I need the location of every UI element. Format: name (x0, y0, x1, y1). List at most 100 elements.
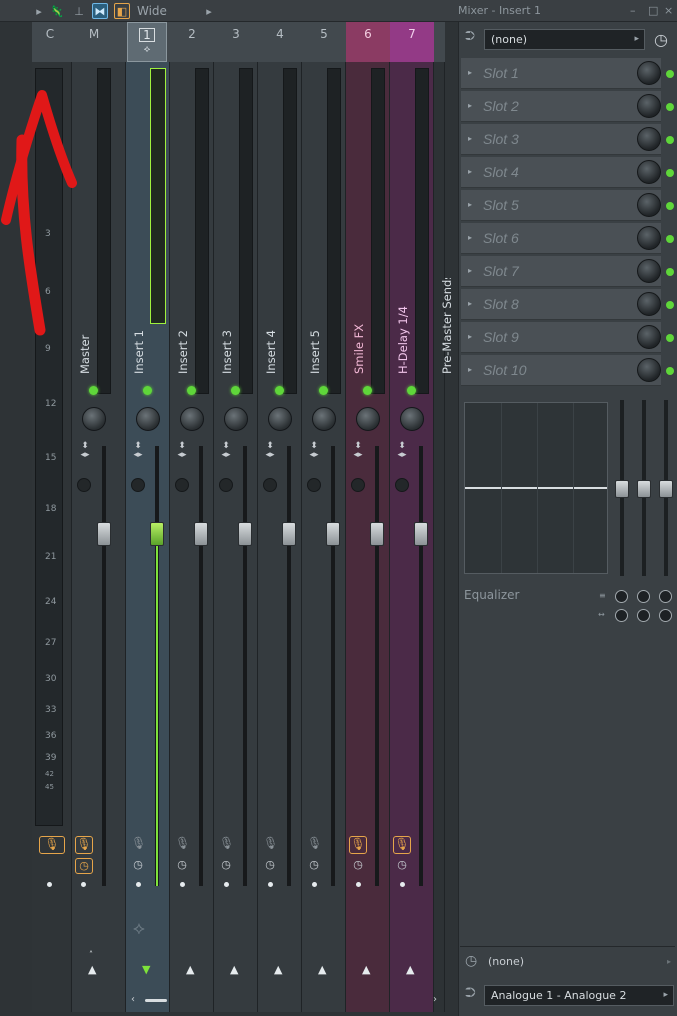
route-arrow-icon[interactable]: ▼ (142, 963, 150, 976)
animal-icon[interactable]: 🦎 (48, 3, 66, 19)
microphone-icon[interactable]: 🎙 (263, 836, 278, 854)
stereo-knob-insert-2[interactable] (175, 478, 189, 492)
effect-slot-10[interactable]: ▸ Slot 10 (461, 355, 661, 386)
route-arrow-icon[interactable]: ▲ (362, 963, 370, 976)
header-current[interactable]: C (38, 22, 62, 62)
slot-mix-knob[interactable] (637, 226, 661, 250)
swap-arrows-icon[interactable]: ⬍ ◂▸ (396, 442, 408, 460)
slot-enable-led[interactable] (666, 103, 674, 111)
volume-fader-insert-3[interactable] (238, 522, 252, 546)
clock-icon[interactable]: ◷ (219, 858, 233, 872)
effect-slot-4[interactable]: ▸ Slot 4 (461, 157, 661, 188)
route-dot[interactable] (224, 882, 229, 887)
slot-mix-knob[interactable] (637, 160, 661, 184)
volume-fader-insert-4[interactable] (282, 522, 296, 546)
header-insert-6[interactable]: 6 (346, 22, 390, 62)
volume-fader-insert-7[interactable] (414, 522, 428, 546)
stereo-knob-insert-6[interactable] (351, 478, 365, 492)
slot-mix-knob[interactable] (637, 61, 661, 85)
clock-icon[interactable]: ◷ (307, 858, 321, 872)
volume-fader-insert-5[interactable] (326, 522, 340, 546)
eq-bw-knob-low[interactable] (615, 609, 628, 622)
route-dot[interactable] (400, 882, 405, 887)
swap-arrows-icon[interactable]: ⬍ ◂▸ (264, 442, 276, 460)
route-arrow-icon[interactable]: ▲ (274, 963, 282, 976)
eq-high-fader[interactable] (659, 480, 673, 498)
microphone-icon[interactable]: 🎙 (131, 836, 146, 854)
stereo-knob-insert-3[interactable] (219, 478, 233, 492)
pan-knob-insert-5[interactable] (312, 407, 336, 431)
bottom-preset[interactable]: (none) (488, 955, 524, 968)
clock-icon[interactable]: ◷ (75, 858, 93, 874)
pin-icon[interactable]: ⊥ (72, 3, 86, 19)
slot-enable-led[interactable] (666, 334, 674, 342)
slot-enable-led[interactable] (666, 202, 674, 210)
eq-freq-knob-low[interactable] (615, 590, 628, 603)
enable-led-insert-4[interactable] (275, 386, 284, 395)
enable-led-insert-5[interactable] (319, 386, 328, 395)
microphone-icon[interactable]: 🎙 (175, 836, 190, 854)
effect-slot-5[interactable]: ▸ Slot 5 (461, 190, 661, 221)
eq-graph[interactable] (464, 402, 608, 574)
clock-icon[interactable]: ◷ (395, 858, 409, 872)
pan-knob-master[interactable] (82, 407, 106, 431)
enable-led-insert-7[interactable] (407, 386, 416, 395)
header-insert-5[interactable]: 5 (312, 22, 336, 62)
eq-mid-fader[interactable] (637, 480, 651, 498)
play-arrow-icon[interactable]: ▸ (34, 3, 44, 19)
enable-led-insert-2[interactable] (187, 386, 196, 395)
enable-led-insert-6[interactable] (363, 386, 372, 395)
effect-slot-2[interactable]: ▸ Slot 2 (461, 91, 661, 122)
chevron-right-icon[interactable]: ▸ (667, 957, 671, 966)
close-button[interactable]: × (664, 4, 673, 17)
route-dot[interactable] (180, 882, 185, 887)
clock-icon[interactable]: ◷ (263, 858, 277, 872)
stereo-knob-insert-7[interactable] (395, 478, 409, 492)
pan-knob-insert-7[interactable] (400, 407, 424, 431)
slot-mix-knob[interactable] (637, 94, 661, 118)
panel-toggle-icon[interactable]: ◧ (114, 3, 130, 19)
route-arrow-icon[interactable]: ▲ (406, 963, 414, 976)
slot-mix-knob[interactable] (637, 193, 661, 217)
stereo-knob-insert-1[interactable] (131, 478, 145, 492)
route-dot[interactable] (47, 882, 52, 887)
eq-bw-knob-mid[interactable] (637, 609, 650, 622)
route-dot[interactable] (312, 882, 317, 887)
header-master[interactable]: M (82, 22, 106, 62)
pan-knob-insert-3[interactable] (224, 407, 248, 431)
clock-icon[interactable]: ◷ (131, 858, 145, 872)
scroll-right-icon[interactable]: › (433, 994, 437, 1005)
effect-slot-3[interactable]: ▸ Slot 3 (461, 124, 661, 155)
effect-slot-1[interactable]: ▸ Slot 1 (461, 58, 661, 89)
pan-knob-insert-6[interactable] (356, 407, 380, 431)
minimize-button[interactable]: – (630, 4, 636, 17)
swap-arrows-icon[interactable]: ⬍ ◂▸ (79, 442, 91, 460)
horizontal-scrollbar[interactable] (145, 999, 167, 1002)
effect-slot-6[interactable]: ▸ Slot 6 (461, 223, 661, 254)
swap-arrows-icon[interactable]: ⬍ ◂▸ (176, 442, 188, 460)
eq-low-fader[interactable] (615, 480, 629, 498)
slot-mix-knob[interactable] (637, 259, 661, 283)
header-insert-7[interactable]: 7 (390, 22, 434, 62)
slot-enable-led[interactable] (666, 235, 674, 243)
effect-slot-9[interactable]: ▸ Slot 9 (461, 322, 661, 353)
route-arrow-icon[interactable]: ▲ (318, 963, 326, 976)
eq-freq-knob-mid[interactable] (637, 590, 650, 603)
route-dot[interactable] (268, 882, 273, 887)
route-dot[interactable] (356, 882, 361, 887)
swap-arrows-icon[interactable]: ⬍ ◂▸ (132, 442, 144, 460)
scroll-left-icon[interactable]: ‹ (131, 994, 135, 1005)
microphone-icon[interactable]: 🎙 (349, 836, 367, 854)
volume-fader-master[interactable] (97, 522, 111, 546)
slot-enable-led[interactable] (666, 301, 674, 309)
pan-knob-insert-2[interactable] (180, 407, 204, 431)
pan-knob-insert-4[interactable] (268, 407, 292, 431)
preset-icon[interactable]: ⮊ (465, 29, 475, 44)
header-insert-1[interactable]: 1 ⟡ (127, 22, 167, 62)
volume-fader-insert-6[interactable] (370, 522, 384, 546)
clock-icon[interactable]: ◷ (175, 858, 189, 872)
stereo-knob-insert-4[interactable] (263, 478, 277, 492)
swap-arrows-icon[interactable]: ⬍ ◂▸ (308, 442, 320, 460)
eq-bw-knob-high[interactable] (659, 609, 672, 622)
route-arrow-icon[interactable]: ▲ (186, 963, 194, 976)
